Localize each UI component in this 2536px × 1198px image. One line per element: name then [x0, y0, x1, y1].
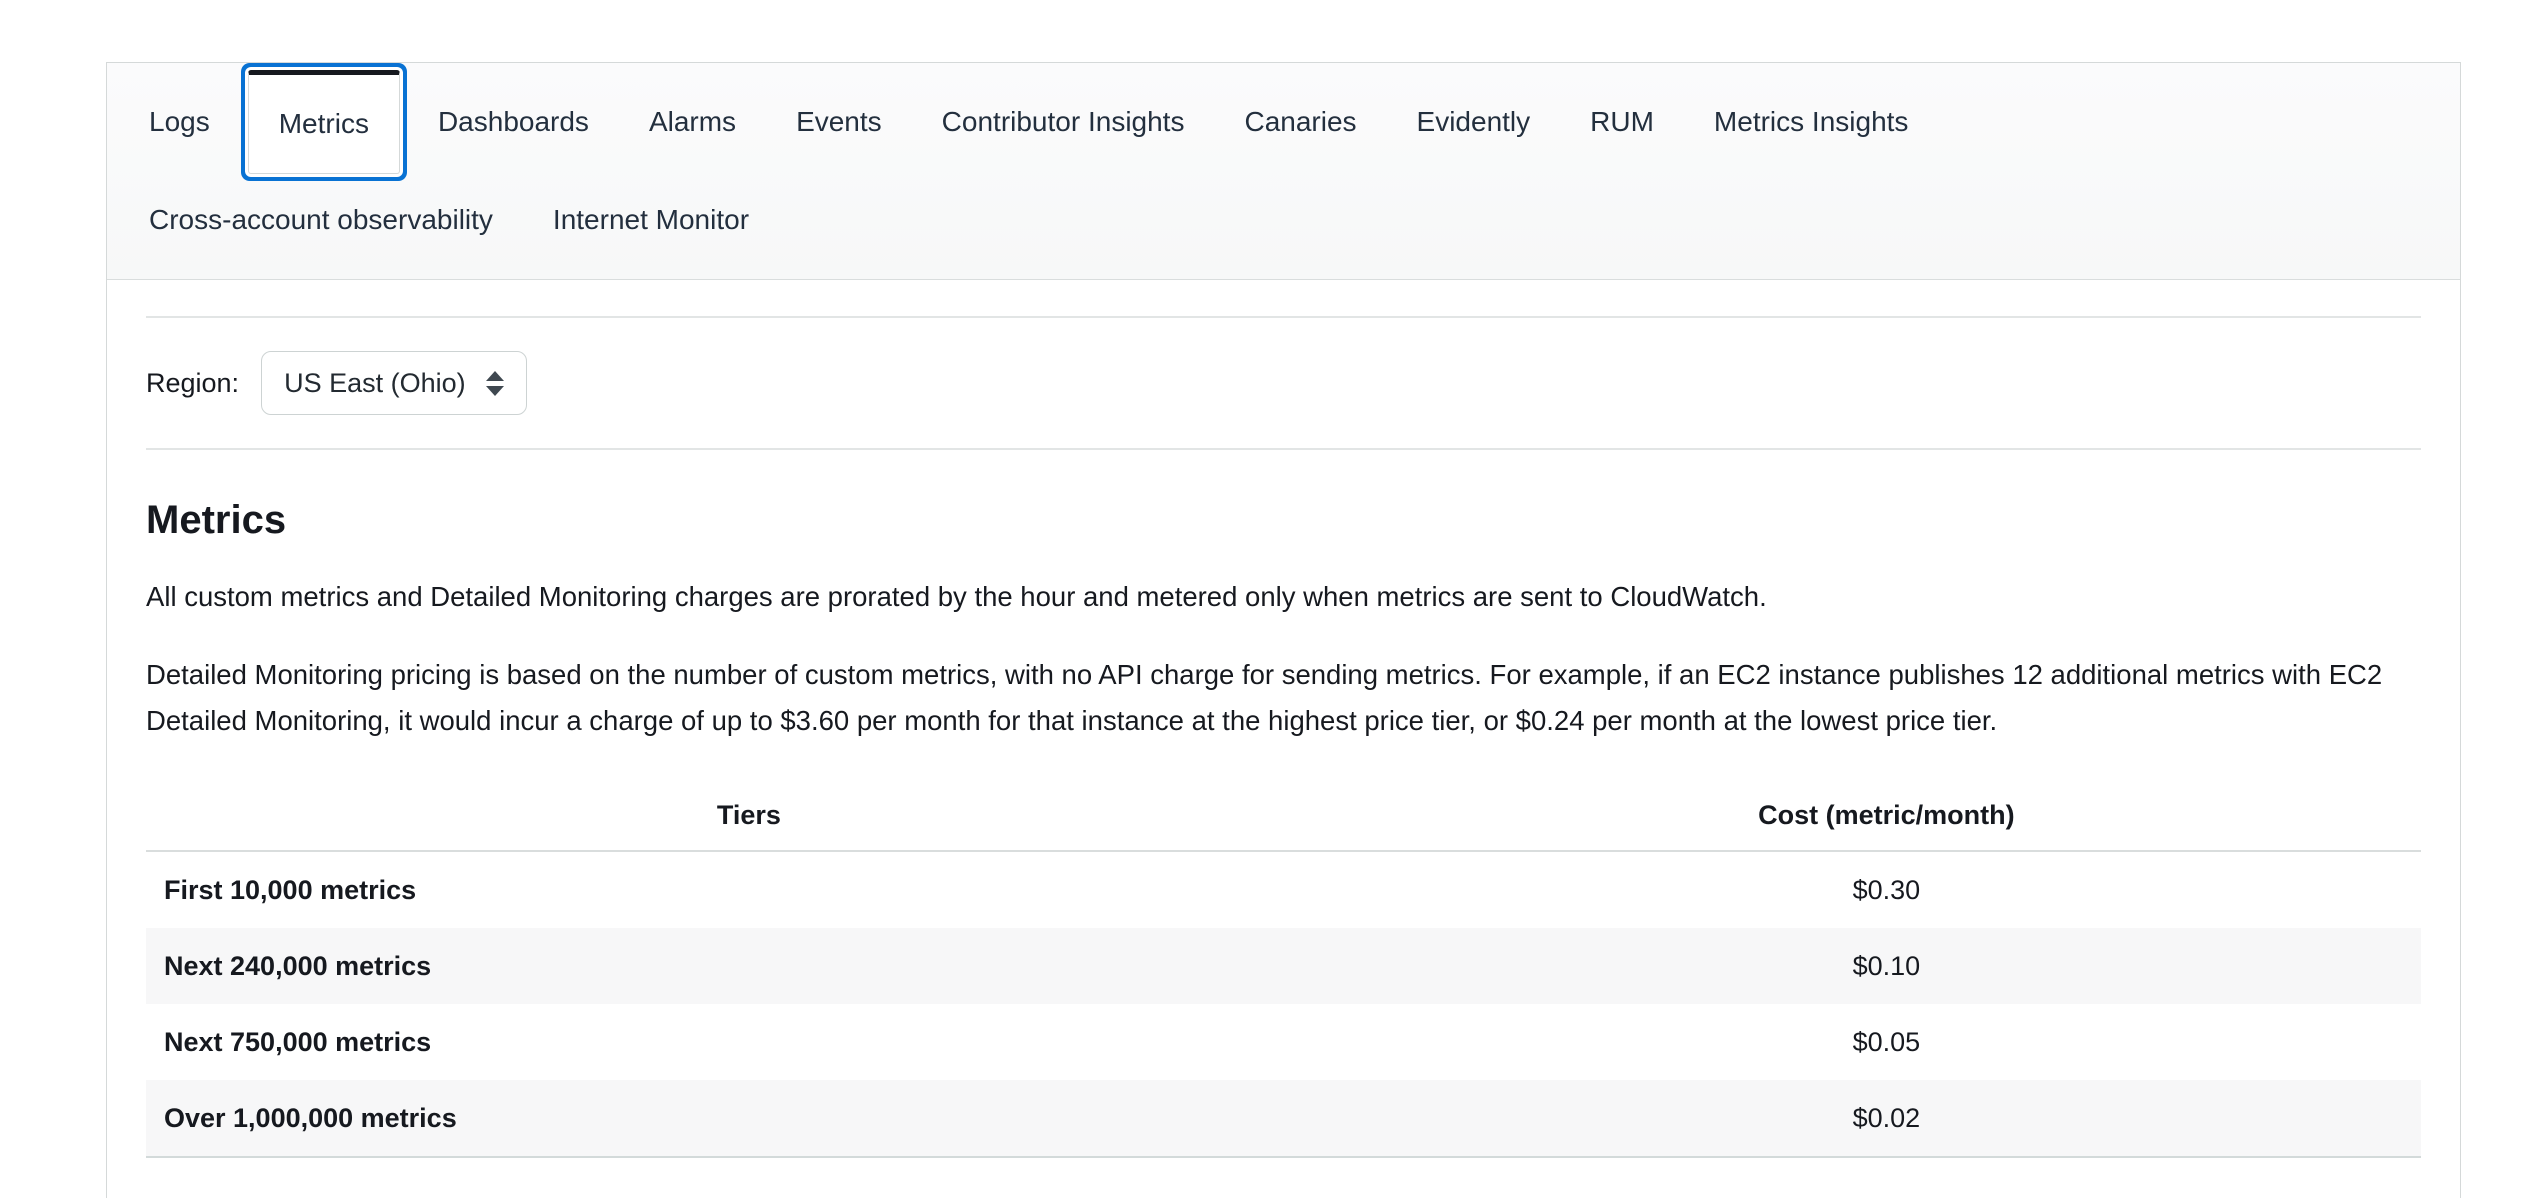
- table-row: Over 1,000,000 metrics$0.02: [146, 1080, 2421, 1158]
- tab-evidently[interactable]: Evidently: [1387, 72, 1561, 172]
- pricing-content: Region: US East (Ohio) Metrics All custo…: [107, 316, 2460, 1158]
- metrics-pricing-table: Tiers Cost (metric/month) First 10,000 m…: [146, 780, 2421, 1158]
- region-select-value: US East (Ohio): [284, 368, 466, 399]
- region-row: Region: US East (Ohio): [146, 318, 2421, 448]
- updown-caret-icon: [486, 371, 504, 396]
- tier-cell: First 10,000 metrics: [146, 875, 1352, 906]
- intro-paragraph: All custom metrics and Detailed Monitori…: [146, 574, 2421, 620]
- region-label: Region:: [146, 368, 239, 399]
- table-row: First 10,000 metrics$0.30: [146, 852, 2421, 928]
- cost-cell: $0.30: [1352, 875, 2421, 906]
- section-title: Metrics: [146, 498, 2421, 542]
- pricing-panel: LogsMetricsDashboardsAlarmsEventsContrib…: [106, 62, 2461, 1198]
- tab-canaries[interactable]: Canaries: [1214, 72, 1386, 172]
- divider: [146, 448, 2421, 450]
- tab-rum[interactable]: RUM: [1560, 72, 1684, 172]
- table-header-row: Tiers Cost (metric/month): [146, 780, 2421, 852]
- tab-row-2: Cross-account observabilityInternet Moni…: [119, 177, 2448, 263]
- tier-cell: Next 750,000 metrics: [146, 1027, 1352, 1058]
- tab-contributor-insights[interactable]: Contributor Insights: [912, 72, 1215, 172]
- tier-cell: Over 1,000,000 metrics: [146, 1103, 1352, 1134]
- product-tab-bar: LogsMetricsDashboardsAlarmsEventsContrib…: [107, 63, 2460, 280]
- table-row: Next 750,000 metrics$0.05: [146, 1004, 2421, 1080]
- tab-metrics[interactable]: Metrics: [248, 70, 400, 174]
- tier-cell: Next 240,000 metrics: [146, 951, 1352, 982]
- cost-cell: $0.05: [1352, 1027, 2421, 1058]
- tab-internet-monitor[interactable]: Internet Monitor: [523, 180, 779, 260]
- tab-dashboards[interactable]: Dashboards: [408, 72, 619, 172]
- table-body: First 10,000 metrics$0.30Next 240,000 me…: [146, 852, 2421, 1158]
- tab-cross-account-observability[interactable]: Cross-account observability: [119, 180, 523, 260]
- cost-cell: $0.02: [1352, 1103, 2421, 1134]
- region-select[interactable]: US East (Ohio): [261, 351, 527, 415]
- tab-logs[interactable]: Logs: [119, 72, 240, 172]
- tab-row-1: LogsMetricsDashboardsAlarmsEventsContrib…: [119, 67, 2448, 177]
- column-header-cost: Cost (metric/month): [1352, 800, 2421, 831]
- example-paragraph: Detailed Monitoring pricing is based on …: [146, 652, 2421, 744]
- tab-events[interactable]: Events: [766, 72, 912, 172]
- cost-cell: $0.10: [1352, 951, 2421, 982]
- tab-alarms[interactable]: Alarms: [619, 72, 766, 172]
- column-header-tiers: Tiers: [146, 800, 1352, 831]
- table-row: Next 240,000 metrics$0.10: [146, 928, 2421, 1004]
- tab-metrics-insights[interactable]: Metrics Insights: [1684, 72, 1939, 172]
